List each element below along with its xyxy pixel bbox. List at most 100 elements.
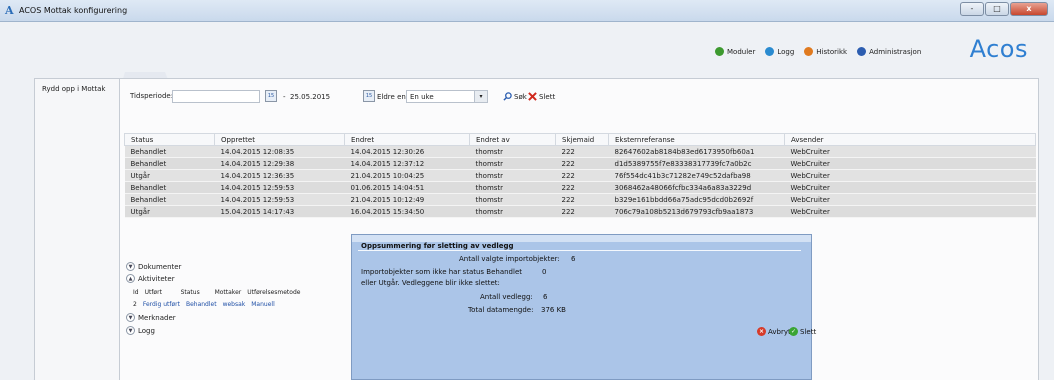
not-status-label-2: eller Utgår. Vedleggene blir ikke slette… xyxy=(361,279,500,287)
delete-x-icon xyxy=(528,92,537,101)
cell-endret: 16.04.2015 15:34:50 xyxy=(344,205,470,218)
col-avsender[interactable]: Avsender xyxy=(784,133,1036,146)
cell-endret: 14.04.2015 12:30:26 xyxy=(344,145,470,158)
delete-button[interactable]: Slett xyxy=(528,92,555,101)
chevron-down-icon: ▼ xyxy=(126,262,135,271)
from-calendar-icon[interactable]: 15 xyxy=(265,90,277,102)
table-row[interactable]: Behandlet 14.04.2015 12:29:38 14.04.2015… xyxy=(124,157,1036,170)
nav-administrasjon[interactable]: Administrasjon xyxy=(857,47,921,56)
history-icon xyxy=(804,47,814,56)
nav-moduler[interactable]: Moduler xyxy=(715,47,755,56)
activity-cell-mottaker[interactable]: websak xyxy=(223,301,246,308)
nav-historikk[interactable]: Historikk xyxy=(804,47,847,56)
search-button[interactable]: Søk xyxy=(503,92,527,101)
cell-endret-av: thomstr xyxy=(469,181,556,194)
nav-moduler-label: Moduler xyxy=(727,47,756,56)
date-separator: - xyxy=(283,93,286,101)
section-logg[interactable]: ▼ Logg xyxy=(126,326,155,335)
confirm-delete-button[interactable]: ✓ Slett xyxy=(789,327,816,336)
cell-avsender: WebCruiter xyxy=(784,193,1036,206)
table-row[interactable]: Utgår 14.04.2015 12:36:35 21.04.2015 10:… xyxy=(124,169,1036,182)
section-aktiviteter-label: Aktiviteter xyxy=(138,274,175,283)
activity-cell-status[interactable]: Behandlet xyxy=(186,301,217,308)
cell-avsender: WebCruiter xyxy=(784,157,1036,170)
activity-cell-id: 2 xyxy=(133,301,137,308)
section-aktiviteter[interactable]: ▲ Aktiviteter xyxy=(126,274,175,283)
cell-opprettet: 14.04.2015 12:36:35 xyxy=(214,169,345,182)
sidebar-tab-label: Rydd opp i Mottak xyxy=(42,85,106,93)
acos-app-icon: A xyxy=(5,4,14,17)
cell-opprettet: 14.04.2015 12:29:38 xyxy=(214,157,345,170)
col-endret-av[interactable]: Endret av xyxy=(469,133,556,146)
not-status-value: 0 xyxy=(542,268,547,276)
nav-logg[interactable]: Logg xyxy=(765,47,794,56)
total-size-label: Total datamengde: xyxy=(468,306,534,314)
nav-logg-label: Logg xyxy=(777,47,795,56)
cell-eksternreferanse: 76f554dc41b3c71282e749c52dafba98 xyxy=(608,169,785,182)
col-endret[interactable]: Endret xyxy=(344,133,470,146)
chevron-down-icon: ▼ xyxy=(126,313,135,322)
selected-count-label: Antall valgte importobjekter: xyxy=(459,255,560,263)
cell-endret: 21.04.2015 10:12:49 xyxy=(344,193,470,206)
period-label: Tidsperiode: xyxy=(130,92,174,100)
sidebar-tab-rydd-opp[interactable]: Rydd opp i Mottak xyxy=(34,78,119,380)
to-calendar-icon[interactable]: 15 xyxy=(363,90,375,102)
cell-skjemaid: 222 xyxy=(555,145,609,158)
attachments-value: 6 xyxy=(543,293,548,301)
col-skjemaid[interactable]: Skjemaid xyxy=(555,133,609,146)
import-objects-table: Status Opprettet Endret Endret av Skjema… xyxy=(124,133,1036,218)
modules-icon xyxy=(715,47,724,56)
dialog-title: Oppsummering før sletting av vedlegg xyxy=(361,242,514,250)
cell-avsender: WebCruiter xyxy=(784,181,1036,194)
attachments-label: Antall vedlegg: xyxy=(480,293,533,301)
nav-administrasjon-label: Administrasjon xyxy=(869,47,922,56)
admin-icon xyxy=(857,47,867,56)
col-eksternreferanse[interactable]: Eksternreferanse xyxy=(608,133,785,146)
search-label: Søk xyxy=(514,92,527,101)
minimize-button[interactable]: - xyxy=(960,2,984,16)
cell-avsender: WebCruiter xyxy=(784,205,1036,218)
cell-status: Behandlet xyxy=(124,157,215,170)
older-than-dropdown[interactable]: En uke ▾ xyxy=(406,90,488,103)
chevron-down-icon: ▾ xyxy=(474,91,487,102)
cell-status: Behandlet xyxy=(124,145,215,158)
cell-endret-av: thomstr xyxy=(469,205,556,218)
activity-row[interactable]: 2 Ferdig utført Behandlet websak Manuell xyxy=(133,301,275,308)
cell-skjemaid: 222 xyxy=(555,205,609,218)
activity-col-id: Id xyxy=(133,289,139,296)
cell-status: Behandlet xyxy=(124,181,215,194)
section-dokumenter[interactable]: ▼ Dokumenter xyxy=(126,262,181,271)
acos-logo: Acos xyxy=(969,35,1028,63)
delete-summary-dialog: Oppsummering før sletting av vedlegg Ant… xyxy=(351,234,816,380)
activity-cell-metode[interactable]: Manuell xyxy=(251,301,274,308)
section-merknader[interactable]: ▼ Merknader xyxy=(126,313,176,322)
table-row[interactable]: Behandlet 14.04.2015 12:59:53 01.06.2015… xyxy=(124,181,1036,194)
to-date-value[interactable]: 25.05.2015 xyxy=(290,93,330,101)
activity-cell-utfort[interactable]: Ferdig utført xyxy=(143,301,180,308)
cell-endret: 21.04.2015 10:04:25 xyxy=(344,169,470,182)
cell-endret-av: thomstr xyxy=(469,157,556,170)
col-opprettet[interactable]: Opprettet xyxy=(214,133,345,146)
cell-eksternreferanse: 706c79a108b5213d679793cfb9aa1873 xyxy=(608,205,785,218)
col-status[interactable]: Status xyxy=(124,133,215,146)
cell-endret-av: thomstr xyxy=(469,169,556,182)
cancel-label: Avbryt xyxy=(768,327,791,336)
cell-status: Utgår xyxy=(124,169,215,182)
confirm-delete-label: Slett xyxy=(800,327,817,336)
cell-avsender: WebCruiter xyxy=(784,145,1036,158)
cell-endret: 14.04.2015 12:37:12 xyxy=(344,157,470,170)
cell-endret-av: thomstr xyxy=(469,145,556,158)
window-controls: - □ x xyxy=(960,2,1048,16)
section-merknader-label: Merknader xyxy=(138,313,176,322)
close-button[interactable]: x xyxy=(1010,2,1048,16)
chevron-down-icon: ▼ xyxy=(126,326,135,335)
maximize-button[interactable]: □ xyxy=(985,2,1009,16)
cancel-button[interactable]: × Avbryt xyxy=(757,327,791,336)
table-row[interactable]: Behandlet 14.04.2015 12:59:53 21.04.2015… xyxy=(124,193,1036,206)
activity-header-row: Id Utført Status Mottaker Utførelsesmeto… xyxy=(133,289,300,296)
from-date-input[interactable] xyxy=(172,90,260,103)
table-row[interactable]: Utgår 15.04.2015 14:17:43 16.04.2015 15:… xyxy=(124,205,1036,218)
top-navigation: Moduler Logg Historikk Administrasjon xyxy=(715,47,921,56)
table-row[interactable]: Behandlet 14.04.2015 12:08:35 14.04.2015… xyxy=(124,145,1036,158)
cell-avsender: WebCruiter xyxy=(784,169,1036,182)
